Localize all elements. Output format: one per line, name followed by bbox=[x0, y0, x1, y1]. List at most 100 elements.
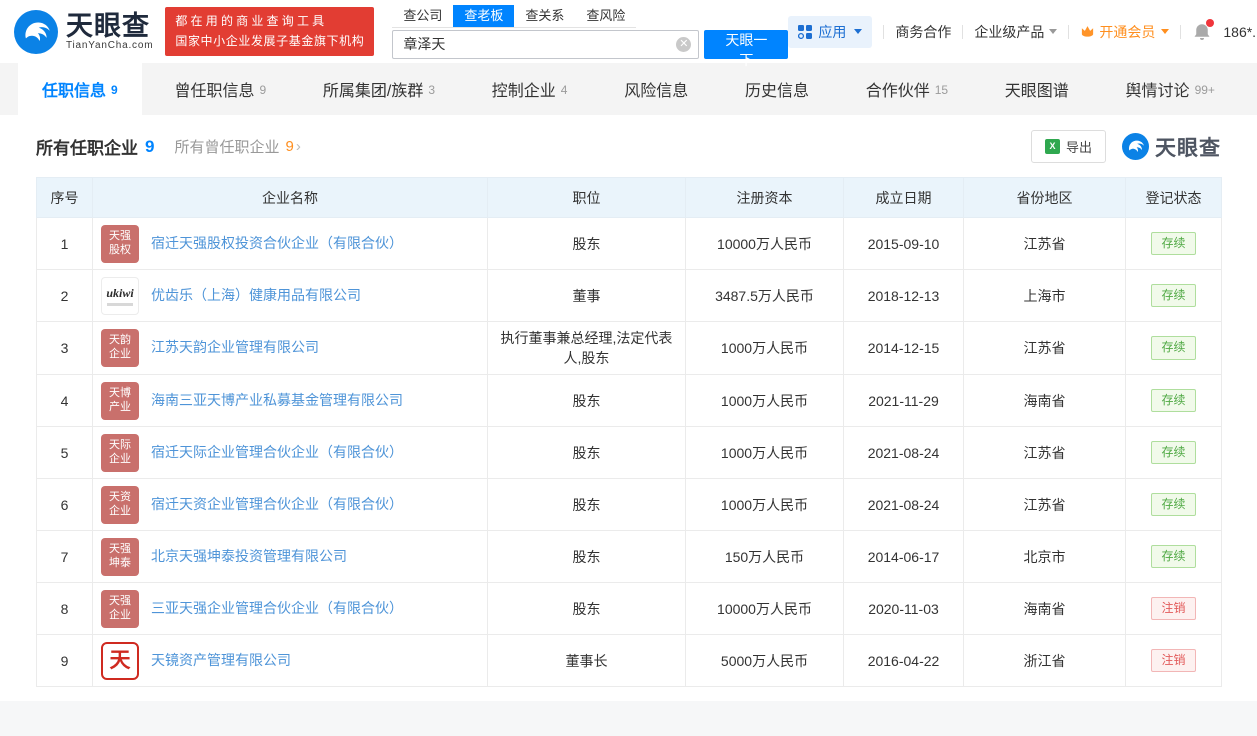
logo-text-line: 产业 bbox=[109, 400, 131, 413]
row-number-cell: 7 bbox=[36, 530, 93, 583]
status-cell: 存续 bbox=[1125, 426, 1222, 479]
search-tab-查老板[interactable]: 查老板 bbox=[453, 4, 515, 27]
row-number-cell: 3 bbox=[36, 321, 93, 375]
notification-bell-icon[interactable] bbox=[1192, 18, 1215, 42]
former-positions-count: 9 bbox=[285, 138, 294, 155]
company-link[interactable]: 北京天强坤泰投资管理有限公司 bbox=[151, 547, 347, 567]
watermark-text: 天眼查 bbox=[1155, 136, 1221, 160]
company-link[interactable]: 江苏天韵企业管理有限公司 bbox=[151, 338, 319, 358]
company-cell: 天强 股权 宿迁天强股权投资合伙企业（有限合伙） bbox=[92, 217, 488, 270]
section-header-right: X 导出 天眼查 bbox=[1030, 130, 1221, 163]
notification-dot bbox=[1206, 18, 1215, 27]
status-cell: 存续 bbox=[1125, 217, 1222, 270]
apps-menu-button[interactable]: 应用 bbox=[788, 15, 873, 48]
status-cell: 存续 bbox=[1125, 269, 1222, 322]
region-cell: 江苏省 bbox=[963, 426, 1126, 479]
slogan-badge: 都在用的商业查询工具 国家中小企业发展子基金旗下机构 bbox=[165, 7, 375, 56]
logo-text-line: 天强 bbox=[109, 594, 131, 607]
account-phone-label: 186*... bbox=[1223, 23, 1257, 40]
chevron-down-icon bbox=[854, 29, 863, 34]
established-date-cell: 2014-06-17 bbox=[843, 530, 964, 583]
search-button[interactable]: 天眼一下 bbox=[704, 29, 789, 68]
row-number-cell: 5 bbox=[36, 426, 93, 479]
position-cell: 股东 bbox=[487, 478, 686, 531]
company-logo: 天 bbox=[101, 641, 139, 680]
company-link[interactable]: 海南三亚天博产业私募基金管理有限公司 bbox=[151, 391, 403, 411]
clear-search-icon[interactable]: ✕ bbox=[676, 36, 692, 52]
row-number-cell: 8 bbox=[36, 582, 93, 635]
nav-tab-label: 风险信息 bbox=[624, 83, 689, 100]
logo-text-line: 天强 bbox=[109, 542, 131, 555]
row-number-cell: 6 bbox=[36, 478, 93, 531]
business-cooperation-link[interactable]: 商务合作 bbox=[895, 22, 951, 42]
nav-tab-控制企业[interactable]: 控制企业 4 bbox=[468, 63, 592, 115]
apps-grid-icon bbox=[798, 24, 813, 39]
nav-tab-badge: 99+ bbox=[1194, 83, 1215, 97]
logo-text-line: 天博 bbox=[109, 386, 131, 399]
logo-text-line: 天际 bbox=[109, 438, 131, 451]
nav-tab-风险信息[interactable]: 风险信息 bbox=[600, 63, 712, 115]
nav-tab-label: 合作伙伴 bbox=[865, 83, 930, 100]
nav-tab-曾任职信息[interactable]: 曾任职信息 9 bbox=[150, 63, 290, 115]
column-header: 注册资本 bbox=[685, 177, 844, 218]
tianyancha-watermark-icon bbox=[1122, 133, 1149, 160]
search-input[interactable] bbox=[392, 29, 700, 59]
established-date-cell: 2021-08-24 bbox=[843, 426, 964, 479]
tianyancha-logo[interactable]: 天眼查 TianYanCha.com bbox=[14, 9, 153, 54]
company-link[interactable]: 天镜资产管理有限公司 bbox=[151, 651, 291, 671]
table-row: 7 天强 坤泰 北京天强坤泰投资管理有限公司 股东 150万人民币 2014-06-17 北京… bbox=[36, 530, 1222, 583]
brand-name: 天眼查 bbox=[66, 10, 150, 41]
vip-upgrade-menu[interactable]: 开通会员 bbox=[1080, 22, 1170, 42]
company-logo: 天博 产业 bbox=[101, 381, 139, 420]
established-date-cell: 2016-04-22 bbox=[843, 634, 964, 687]
status-badge: 存续 bbox=[1151, 336, 1196, 360]
search-row: ✕ 天眼一下 bbox=[392, 29, 789, 68]
region-cell: 上海市 bbox=[963, 269, 1126, 322]
enterprise-products-menu[interactable]: 企业级产品 bbox=[974, 22, 1058, 42]
region-cell: 江苏省 bbox=[963, 217, 1126, 270]
former-positions-link[interactable]: 所有曾任职企业 9 › bbox=[174, 136, 300, 157]
account-menu[interactable]: 186*... bbox=[1223, 24, 1257, 40]
status-badge: 注销 bbox=[1151, 648, 1196, 673]
company-link[interactable]: 优齿乐（上海）健康用品有限公司 bbox=[151, 286, 361, 306]
table-row: 8 天强 企业 三亚天强企业管理合伙企业（有限合伙） 股东 10000万人民币 2020-1… bbox=[36, 582, 1222, 635]
company-link[interactable]: 三亚天强企业管理合伙企业（有限合伙） bbox=[151, 599, 403, 619]
nav-tab-历史信息[interactable]: 历史信息 bbox=[721, 63, 833, 115]
export-button[interactable]: X 导出 bbox=[1030, 130, 1106, 163]
nav-tab-所属集团/族群[interactable]: 所属集团/族群 3 bbox=[299, 63, 459, 115]
logo-text-line: 企业 bbox=[109, 608, 131, 621]
nav-tab-合作伙伴[interactable]: 合作伙伴 15 bbox=[842, 63, 972, 115]
nav-tab-舆情讨论[interactable]: 舆情讨论 99+ bbox=[1102, 63, 1239, 115]
company-cell: 天天镜资产管理有限公司 bbox=[92, 634, 488, 687]
nav-tab-天眼图谱[interactable]: 天眼图谱 bbox=[981, 63, 1093, 115]
company-logo: 天资 企业 bbox=[101, 485, 139, 524]
search-input-wrap: ✕ bbox=[392, 29, 700, 59]
vip-upgrade-label: 开通会员 bbox=[1099, 23, 1156, 40]
company-link[interactable]: 宿迁天际企业管理合伙企业（有限合伙） bbox=[151, 443, 403, 463]
position-cell: 股东 bbox=[487, 582, 686, 635]
established-date-cell: 2015-09-10 bbox=[843, 217, 964, 270]
position-cell: 股东 bbox=[487, 217, 686, 270]
column-header: 序号 bbox=[36, 177, 93, 218]
table-row: 9 天天镜资产管理有限公司 董事长 5000万人民币 2016-04-22 浙江省 注销 bbox=[36, 634, 1222, 687]
excel-icon: X bbox=[1044, 139, 1060, 154]
status-badge: 存续 bbox=[1151, 231, 1196, 256]
company-link[interactable]: 宿迁天资企业管理合伙企业（有限合伙） bbox=[151, 495, 403, 515]
former-positions-label: 所有曾任职企业 bbox=[174, 139, 280, 156]
search-tab-查关系[interactable]: 查关系 bbox=[514, 5, 575, 27]
company-logo: 天强 企业 bbox=[101, 589, 139, 628]
logo-text-line: 坤泰 bbox=[109, 556, 131, 569]
table-row: 4 天博 产业 海南三亚天博产业私募基金管理有限公司 股东 1000万人民币 2021-11… bbox=[36, 374, 1222, 427]
nav-tab-label: 舆情讨论 bbox=[1125, 83, 1190, 100]
search-tab-查风险[interactable]: 查风险 bbox=[575, 5, 636, 27]
logo-text-line: 股权 bbox=[109, 243, 131, 256]
search-tab-查公司[interactable]: 查公司 bbox=[392, 5, 453, 27]
table-row: 6 天资 企业 宿迁天资企业管理合伙企业（有限合伙） 股东 1000万人民币 2021-08… bbox=[36, 478, 1222, 531]
search-type-tabs: 查公司 查老板 查关系 查风险 bbox=[392, 4, 637, 28]
company-logo: 天强 坤泰 bbox=[101, 537, 139, 576]
header-right-menu: 应用 商务合作 企业级产品 开通会员 186*... bbox=[788, 15, 1257, 48]
company-cell: ukiwi 优齿乐（上海）健康用品有限公司 bbox=[92, 269, 488, 322]
company-link[interactable]: 宿迁天强股权投资合伙企业（有限合伙） bbox=[151, 234, 403, 254]
nav-tab-任职信息[interactable]: 任职信息 9 bbox=[18, 63, 142, 115]
status-badge: 注销 bbox=[1151, 596, 1196, 621]
